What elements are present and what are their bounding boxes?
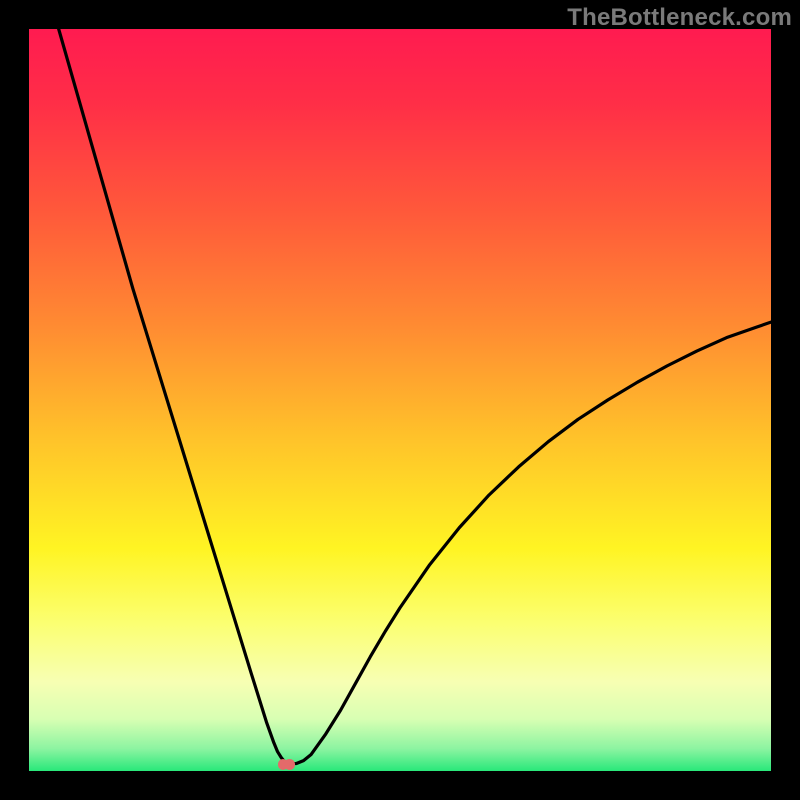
background-gradient xyxy=(29,29,771,771)
marker-highlight-b xyxy=(284,759,294,769)
watermark-text: TheBottleneck.com xyxy=(567,4,792,32)
plot-area xyxy=(29,29,771,771)
curve-line xyxy=(29,29,771,771)
chart-stage: TheBottleneck.com xyxy=(0,0,800,800)
